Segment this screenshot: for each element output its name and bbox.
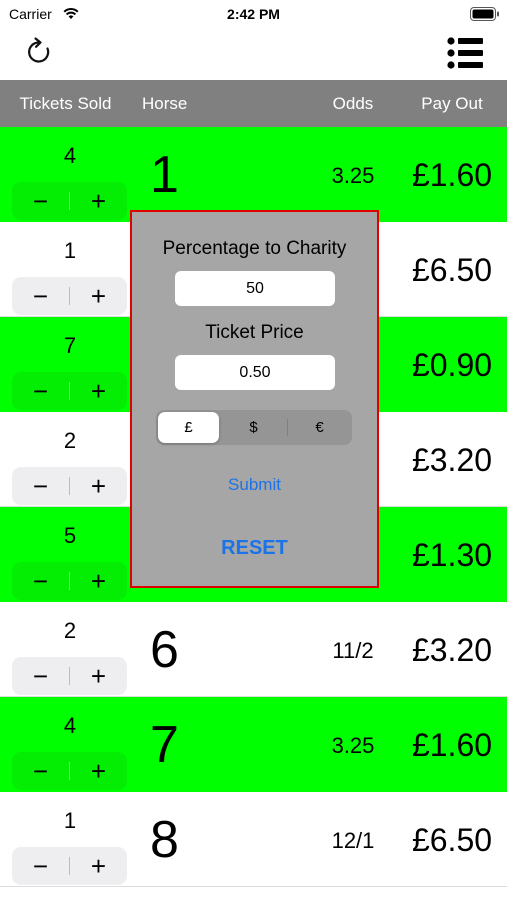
nav-bar <box>0 28 507 80</box>
payout-value: £1.60 <box>411 727 493 763</box>
currency-segmented-control: £ $ € <box>156 410 352 445</box>
ticket-price-label: Ticket Price <box>205 322 304 343</box>
header-payout: Pay Out <box>421 94 483 113</box>
status-bar: Carrier 2:42 PM <box>0 0 507 28</box>
tickets-sold-count: 5 <box>63 523 77 548</box>
odds-value: 12/1 <box>331 828 375 853</box>
increment-button[interactable]: + <box>70 277 127 315</box>
odds-value: 3.25 <box>331 733 375 758</box>
tickets-sold-count: 2 <box>63 428 77 453</box>
tickets-sold-count: 1 <box>63 808 77 833</box>
tickets-sold-count: 4 <box>63 143 77 168</box>
payout-value: £6.50 <box>411 822 493 858</box>
tickets-sold-count: 2 <box>63 618 77 643</box>
battery-icon <box>470 7 499 21</box>
decrement-button[interactable]: − <box>12 752 69 790</box>
ticket-price-input[interactable] <box>175 355 335 390</box>
decrement-button[interactable]: − <box>12 562 69 600</box>
charity-percentage-input[interactable] <box>175 271 335 306</box>
currency-segment-pound[interactable]: £ <box>158 412 219 443</box>
submit-button[interactable]: Submit <box>132 475 377 495</box>
decrement-button[interactable]: − <box>12 847 69 885</box>
tickets-stepper: − + <box>12 467 127 505</box>
settings-dialog: Percentage to Charity Ticket Price £ $ €… <box>130 210 379 588</box>
tickets-stepper: − + <box>12 847 127 885</box>
tickets-stepper: − + <box>12 277 127 315</box>
increment-button[interactable]: + <box>70 182 127 220</box>
increment-button[interactable]: + <box>70 847 127 885</box>
tickets-stepper: − + <box>12 657 127 695</box>
horse-number: 7 <box>150 716 179 774</box>
horse-number: 8 <box>150 811 179 869</box>
increment-button[interactable]: + <box>70 467 127 505</box>
payout-value: £1.30 <box>411 537 493 573</box>
increment-button[interactable]: + <box>70 657 127 695</box>
decrement-button[interactable]: − <box>12 657 69 695</box>
header-horse: Horse <box>142 94 188 113</box>
odds-value: 11/2 <box>332 638 374 663</box>
payout-value: £3.20 <box>411 632 493 668</box>
table-row: 4 − + 7 3.25 £1.60 <box>0 697 507 792</box>
tickets-sold-count: 1 <box>63 238 77 263</box>
header-tickets-sold: Tickets Sold <box>19 94 112 113</box>
payout-value: £0.90 <box>411 347 493 383</box>
payout-value: £1.60 <box>411 157 493 193</box>
table-row: 4 − + 1 3.25 £1.60 <box>0 127 507 222</box>
charity-percentage-label: Percentage to Charity <box>162 238 347 259</box>
decrement-button[interactable]: − <box>12 182 69 220</box>
increment-button[interactable]: + <box>70 562 127 600</box>
tickets-stepper: − + <box>12 372 127 410</box>
status-time: 2:42 PM <box>227 6 280 22</box>
odds-value: 3.25 <box>331 163 375 188</box>
tickets-sold-count: 7 <box>63 333 77 358</box>
increment-button[interactable]: + <box>70 752 127 790</box>
tickets-stepper: − + <box>12 562 127 600</box>
payout-value: £3.20 <box>411 442 493 478</box>
currency-segment-euro[interactable]: € <box>289 412 350 443</box>
decrement-button[interactable]: − <box>12 277 69 315</box>
header-odds: Odds <box>332 94 374 113</box>
tickets-sold-count: 4 <box>63 713 77 738</box>
decrement-button[interactable]: − <box>12 467 69 505</box>
table-row: 2 − + 6 11/2 £3.20 <box>0 602 507 697</box>
increment-button[interactable]: + <box>70 372 127 410</box>
payout-value: £6.50 <box>411 252 493 288</box>
horse-number: 1 <box>150 146 179 204</box>
table-header: Tickets Sold Horse Odds Pay Out <box>0 80 507 127</box>
tickets-stepper: − + <box>12 752 127 790</box>
currency-segment-dollar[interactable]: $ <box>223 412 284 443</box>
horse-number: 6 <box>150 621 179 679</box>
segment-divider <box>287 419 288 436</box>
list-icon[interactable] <box>446 36 484 70</box>
reset-button[interactable]: RESET <box>132 537 377 560</box>
decrement-button[interactable]: − <box>12 372 69 410</box>
refresh-icon[interactable] <box>24 36 56 68</box>
tickets-stepper: − + <box>12 182 127 220</box>
table-row: 1 − + 8 12/1 £6.50 <box>0 792 507 887</box>
